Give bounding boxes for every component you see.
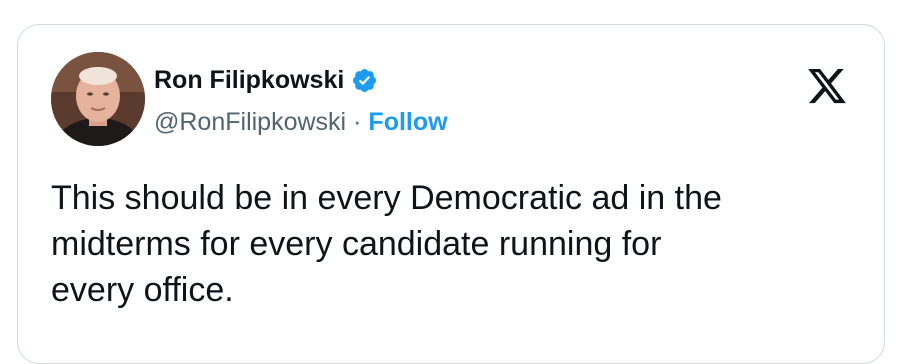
follow-button[interactable]: Follow xyxy=(368,108,447,137)
x-logo-icon[interactable] xyxy=(806,65,848,107)
author-handle[interactable]: @RonFilipkowski xyxy=(154,108,346,137)
verified-badge-icon xyxy=(351,67,378,94)
tweet-card: Ron Filipkowski @RonFilipkowski · Follow… xyxy=(17,24,885,364)
separator-dot: · xyxy=(353,107,362,136)
avatar[interactable] xyxy=(51,52,145,146)
author-display-name[interactable]: Ron Filipkowski xyxy=(154,66,344,95)
author-handle-row: @RonFilipkowski · Follow xyxy=(154,105,448,139)
tweet-text: This should be in every Democratic ad in… xyxy=(51,179,722,309)
author-name-row: Ron Filipkowski xyxy=(154,63,378,97)
